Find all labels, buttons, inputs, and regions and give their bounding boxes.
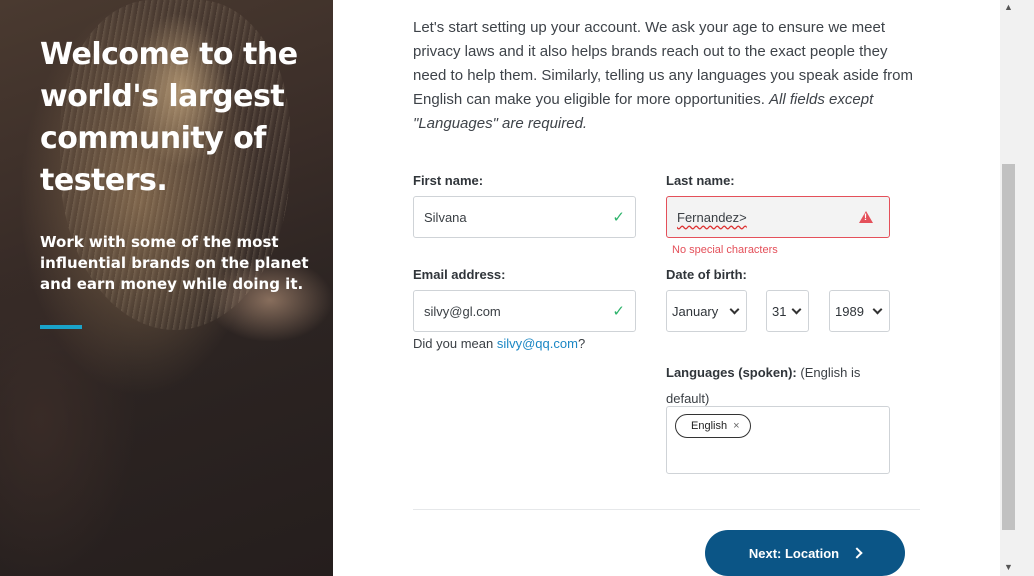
warning-icon <box>859 211 873 223</box>
close-icon[interactable]: × <box>733 420 739 432</box>
first-name-label: First name: <box>413 173 484 188</box>
signup-form-panel: Let's start setting up your account. We … <box>333 0 1000 576</box>
email-suggestion-suffix: ? <box>577 336 586 351</box>
checkmark-icon: ✓ <box>612 303 625 320</box>
dob-month-value: January <box>672 303 719 319</box>
scrollbar-thumb[interactable] <box>1002 164 1015 530</box>
dob-day-select[interactable]: 31 <box>766 290 809 332</box>
chevron-down-icon <box>791 304 802 314</box>
hero-accent-bar <box>40 325 82 329</box>
next-location-button[interactable]: Next: Location <box>705 530 905 576</box>
first-name-field[interactable]: Silvana ✓ <box>413 196 636 238</box>
email-suggestion-prefix: Did you mean <box>413 336 497 351</box>
checkmark-icon: ✓ <box>612 209 625 226</box>
language-tag: English × <box>675 414 751 438</box>
dob-label: Date of birth: <box>666 267 747 282</box>
email-suggestion-link[interactable]: silvy@qq.com <box>497 336 578 351</box>
languages-label-text: Languages (spoken): <box>666 365 797 380</box>
scroll-up-arrow-icon[interactable]: ▲ <box>1004 2 1014 12</box>
chevron-down-icon <box>729 304 740 314</box>
first-name-value: Silvana <box>424 209 467 225</box>
languages-label: Languages (spoken): (English is default) <box>666 360 896 412</box>
dob-year-value: 1989 <box>835 303 864 319</box>
chevron-down-icon <box>872 304 883 314</box>
hero-panel: Welcome to the world's largest community… <box>0 0 333 576</box>
scroll-down-arrow-icon[interactable]: ▼ <box>1004 562 1014 572</box>
last-name-value: Fernandez> <box>677 209 747 225</box>
dob-month-select[interactable]: January <box>666 290 747 332</box>
language-tag-label: English <box>691 420 728 432</box>
last-name-error: No special characters <box>672 244 778 256</box>
intro-text: Let's start setting up your account. We … <box>413 16 913 136</box>
chevron-right-icon <box>851 547 863 559</box>
email-label: Email address: <box>413 267 506 282</box>
dob-year-select[interactable]: 1989 <box>829 290 890 332</box>
email-field[interactable]: silvy@gl.com ✓ <box>413 290 636 332</box>
last-name-field[interactable]: Fernandez> <box>666 196 890 238</box>
hero-subtitle: Work with some of the most influential b… <box>40 233 309 293</box>
email-suggestion: Did you mean silvy@qq.com? <box>413 336 585 351</box>
languages-input[interactable]: English × <box>666 406 890 474</box>
divider <box>413 509 920 510</box>
email-value: silvy@gl.com <box>424 303 501 319</box>
next-button-label: Next: Location <box>748 545 840 561</box>
hero-title: Welcome to the world's largest community… <box>40 37 298 198</box>
dob-day-value: 31 <box>772 303 787 319</box>
last-name-label: Last name: <box>666 173 735 188</box>
